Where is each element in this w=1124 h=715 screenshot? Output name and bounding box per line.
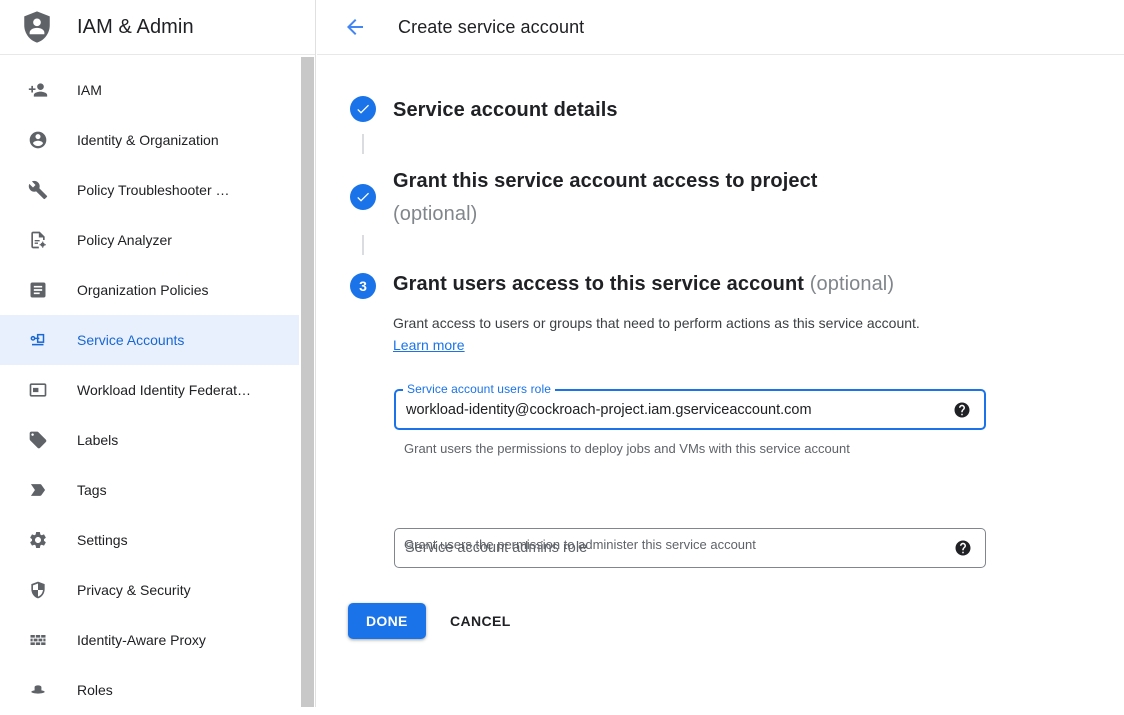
sidebar-item-label: Settings [77, 532, 128, 548]
users-role-helper-text: Grant users the permissions to deploy jo… [404, 441, 850, 456]
sidebar-scrollbar[interactable] [301, 57, 314, 707]
sidebar-item-service-accounts[interactable]: Service Accounts [0, 315, 299, 365]
sidebar-item-roles[interactable]: Roles [0, 665, 299, 715]
step1-completed-badge [350, 96, 376, 122]
account-circle-icon [28, 130, 48, 150]
step3-description: Grant access to users or groups that nee… [393, 312, 949, 356]
sidebar-item-label: Tags [77, 482, 107, 498]
step2-optional-text: (optional) [393, 203, 477, 225]
step3-number-badge: 3 [350, 273, 376, 299]
help-icon[interactable] [953, 401, 971, 419]
sidebar-item-identity-aware-proxy[interactable]: Identity-Aware Proxy [0, 615, 299, 665]
step3-title: Grant users access to this service accou… [393, 273, 894, 296]
step2-title-text: Grant this service account access to pro… [393, 170, 818, 192]
shield-half-icon [28, 580, 48, 600]
sidebar-item-organization-policies[interactable]: Organization Policies [0, 265, 299, 315]
admins-role-helper-text: Grant users the permission to administer… [404, 537, 756, 552]
brick-wall-icon [28, 630, 48, 650]
sidebar-header: IAM & Admin [0, 0, 315, 55]
sidebar-item-label: Policy Analyzer [77, 232, 172, 248]
step2-title[interactable]: Grant this service account access to pro… [393, 165, 818, 231]
learn-more-link[interactable]: Learn more [393, 337, 465, 353]
check-icon [355, 101, 371, 117]
hat-icon [28, 680, 48, 700]
sidebar-item-label: Labels [77, 432, 118, 448]
sidebar: IAM & Admin IAM Identity & Organization … [0, 0, 316, 707]
topbar-title: Create service account [398, 17, 584, 38]
check-icon [355, 189, 371, 205]
create-service-account-form: Service account details Grant this servi… [317, 56, 1124, 707]
iam-admin-console: IAM & Admin IAM Identity & Organization … [0, 0, 1124, 707]
label-icon [28, 430, 48, 450]
person-add-icon [28, 80, 48, 100]
iam-shield-icon [20, 10, 54, 44]
sidebar-item-label: Privacy & Security [77, 582, 191, 598]
sidebar-item-settings[interactable]: Settings [0, 515, 299, 565]
wrench-icon [28, 180, 48, 200]
users-role-label: Service account users role [403, 382, 555, 396]
sidebar-item-label: Service Accounts [77, 332, 184, 348]
topbar: Create service account [317, 0, 1124, 55]
step3-title-text: Grant users access to this service accou… [393, 273, 804, 295]
gear-icon [28, 530, 48, 550]
step3-description-text: Grant access to users or groups that nee… [393, 315, 920, 331]
sidebar-item-tags[interactable]: Tags [0, 465, 299, 515]
service-account-key-icon [28, 330, 48, 350]
back-arrow-icon[interactable] [343, 15, 367, 39]
sidebar-item-label: Organization Policies [77, 282, 209, 298]
sidebar-item-privacy-security[interactable]: Privacy & Security [0, 565, 299, 615]
sidebar-item-workload-identity-federation[interactable]: Workload Identity Federat… [0, 365, 299, 415]
sidebar-item-identity-organization[interactable]: Identity & Organization [0, 115, 299, 165]
sidebar-item-labels[interactable]: Labels [0, 415, 299, 465]
sidebar-item-policy-analyzer[interactable]: Policy Analyzer [0, 215, 299, 265]
page-title: IAM & Admin [77, 16, 194, 39]
sidebar-nav: IAM Identity & Organization Policy Troub… [0, 56, 299, 715]
sidebar-item-policy-troubleshooter[interactable]: Policy Troubleshooter … [0, 165, 299, 215]
step3-number: 3 [359, 278, 367, 294]
sidebar-item-label: IAM [77, 82, 102, 98]
cancel-button[interactable]: CANCEL [450, 603, 511, 639]
done-button[interactable]: DONE [348, 603, 426, 639]
service-account-users-role-input[interactable] [396, 402, 984, 418]
sidebar-item-label: Identity-Aware Proxy [77, 632, 206, 648]
step-connector [362, 134, 364, 154]
step3-optional-text: (optional) [810, 273, 894, 295]
sidebar-item-iam[interactable]: IAM [0, 65, 299, 115]
card-icon [28, 380, 48, 400]
service-account-users-role-field: Service account users role [394, 389, 986, 430]
help-icon[interactable] [954, 539, 972, 557]
step-connector [362, 235, 364, 255]
sidebar-item-label: Identity & Organization [77, 132, 219, 148]
step1-title[interactable]: Service account details [393, 99, 618, 122]
document-icon [28, 280, 48, 300]
policy-analyzer-icon [28, 230, 48, 250]
tag-arrow-icon [28, 480, 48, 500]
sidebar-item-label: Policy Troubleshooter … [77, 182, 230, 198]
sidebar-item-label: Roles [77, 682, 113, 698]
sidebar-item-label: Workload Identity Federat… [77, 382, 251, 398]
step2-completed-badge [350, 184, 376, 210]
